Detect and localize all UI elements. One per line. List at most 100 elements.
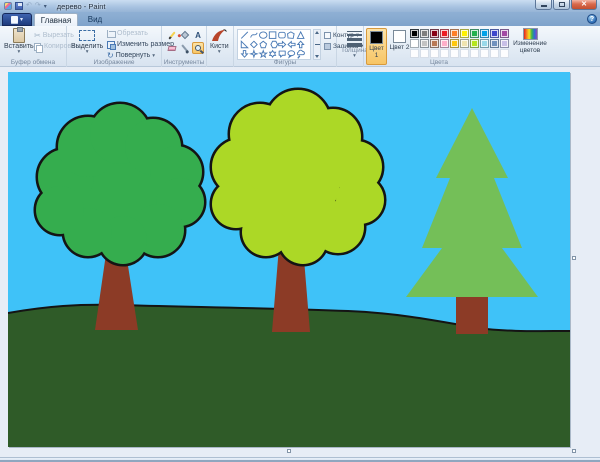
palette-empty-cell[interactable] — [450, 49, 459, 58]
palette-empty-cell[interactable] — [480, 49, 489, 58]
color2-swatch — [393, 30, 406, 43]
fill-tool[interactable] — [179, 29, 191, 41]
pencil-tool[interactable] — [166, 29, 178, 41]
paint-canvas[interactable] — [8, 72, 570, 447]
group-label-clipboard: Буфер обмена — [0, 59, 66, 66]
palette-empty-cell[interactable] — [490, 49, 499, 58]
palette-empty-cell[interactable] — [410, 49, 419, 58]
scroll-more-icon[interactable] — [315, 44, 320, 46]
palette-color-cell[interactable] — [450, 39, 459, 48]
palette-color-cell[interactable] — [500, 39, 509, 48]
group-label-image: Изображение — [67, 59, 161, 66]
undo-icon[interactable]: ↶ — [26, 2, 32, 10]
application-menu-button[interactable]: ▾ — [2, 13, 32, 26]
chevron-down-icon: ▾ — [17, 50, 20, 54]
palette-color-cell[interactable] — [440, 29, 449, 38]
palette-color-cell[interactable] — [470, 39, 479, 48]
palette-empty-cell[interactable] — [420, 49, 429, 58]
eraser-tool[interactable] — [166, 42, 178, 54]
group-clipboard: Вставить ▾ ✂ Вырезать Копировать Буфер о… — [0, 26, 67, 67]
tab-view[interactable]: Вид — [80, 13, 110, 26]
color1-swatch — [370, 31, 383, 44]
group-shapes: Контур ▾ Заливка ▾ Фигуры — [234, 26, 337, 67]
chevron-down-icon: ▾ — [353, 54, 356, 58]
palette-color-cell[interactable] — [490, 39, 499, 48]
palette-color-cell[interactable] — [480, 39, 489, 48]
palette-color-cell[interactable] — [430, 39, 439, 48]
chevron-down-icon: ▾ — [218, 50, 221, 54]
window-controls: ✕ — [534, 0, 597, 10]
text-tool[interactable]: A — [192, 29, 204, 41]
tab-row: ▾ Главная Вид ? — [0, 12, 600, 26]
color-picker-tool[interactable] — [179, 42, 191, 54]
palette-empty-cell[interactable] — [460, 49, 469, 58]
chevron-down-icon: ▾ — [20, 16, 23, 23]
group-size: Толщина ▾ — [337, 26, 364, 67]
crop-icon — [107, 30, 115, 38]
palette-color-cell[interactable] — [420, 29, 429, 38]
palette-color-cell[interactable] — [460, 29, 469, 38]
color2-label: Цвет 2 — [390, 44, 410, 51]
workspace — [0, 67, 600, 457]
close-button[interactable]: ✕ — [571, 0, 597, 10]
title-bar: ↶ ↷ ▾ дерево - Paint ✕ — [0, 0, 600, 12]
copy-icon — [34, 43, 42, 51]
palette-grid — [410, 29, 510, 58]
brushes-button[interactable]: Кисти ▾ — [210, 28, 229, 54]
paint-window: ↶ ↷ ▾ дерево - Paint ✕ ▾ Главная Вид ? В… — [0, 0, 600, 462]
tab-home[interactable]: Главная — [34, 13, 78, 26]
redo-icon[interactable]: ↷ — [35, 2, 41, 10]
magnifier-tool[interactable] — [192, 42, 204, 54]
canvas-resize-handle-corner[interactable] — [572, 449, 576, 453]
scroll-down-icon[interactable] — [315, 55, 319, 58]
brush-icon — [210, 28, 228, 43]
outline-icon — [324, 32, 331, 39]
palette-color-cell[interactable] — [410, 29, 419, 38]
palette-color-cell[interactable] — [440, 39, 449, 48]
palette-empty-cell[interactable] — [430, 49, 439, 58]
maximize-button[interactable] — [553, 0, 570, 10]
group-label-shapes: Фигуры — [234, 59, 336, 66]
app-menu-icon — [11, 16, 18, 24]
palette-color-cell[interactable] — [500, 29, 509, 38]
magnifier-icon — [195, 45, 201, 51]
minimize-button[interactable] — [535, 0, 552, 10]
maximize-icon — [559, 2, 565, 7]
eyedropper-icon — [181, 44, 188, 52]
palette-color-cell[interactable] — [490, 29, 499, 38]
palette-color-cell[interactable] — [430, 29, 439, 38]
palette-empty-cell[interactable] — [470, 49, 479, 58]
scroll-up-icon[interactable] — [315, 31, 319, 34]
edit-colors-button[interactable]: Изменение цветов — [512, 28, 548, 54]
save-icon[interactable] — [15, 2, 23, 10]
group-label-tools: Инструменты — [162, 59, 206, 66]
tools-grid: A — [166, 29, 204, 54]
paint-app-icon[interactable] — [4, 2, 12, 10]
palette-color-cell[interactable] — [410, 39, 419, 48]
palette-color-cell[interactable] — [480, 29, 489, 38]
quick-access-toolbar: ↶ ↷ ▾ — [0, 2, 47, 10]
palette-empty-cell[interactable] — [500, 49, 509, 58]
canvas-resize-handle-right[interactable] — [572, 256, 576, 260]
scissors-icon: ✂ — [34, 32, 41, 40]
palette-color-cell[interactable] — [470, 29, 479, 38]
close-icon: ✕ — [581, 1, 587, 9]
palette-color-cell[interactable] — [450, 29, 459, 38]
window-title: дерево - Paint — [57, 2, 106, 11]
rotate-label: Повернуть — [116, 52, 151, 59]
qat-dropdown-icon[interactable]: ▾ — [44, 3, 47, 10]
select-button[interactable]: Выделить ▾ — [71, 28, 103, 54]
tree3-trunk — [456, 297, 488, 334]
palette-color-cell[interactable] — [460, 39, 469, 48]
paste-button[interactable]: Вставить ▾ — [4, 28, 34, 54]
palette-color-cell[interactable] — [420, 39, 429, 48]
group-colors: Цвет 1 Цвет 2 Изменение цветов Цвета — [364, 26, 548, 67]
shapes-grid[interactable] — [237, 29, 311, 60]
group-label-colors: Цвета — [364, 59, 514, 66]
canvas-resize-handle-bottom[interactable] — [287, 449, 291, 453]
palette-empty-cell[interactable] — [440, 49, 449, 58]
fill-bucket-icon — [181, 31, 189, 39]
chevron-down-icon: ▾ — [86, 50, 89, 54]
canvas-container — [8, 72, 570, 447]
help-button[interactable]: ? — [587, 14, 597, 24]
